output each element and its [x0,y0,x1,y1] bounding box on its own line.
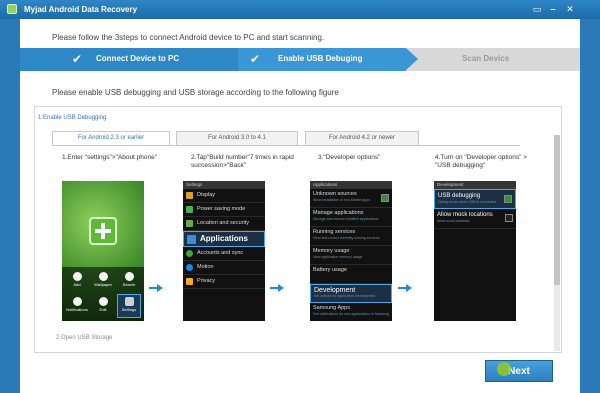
phone-settings-menu: Settings Display Power saving mode Locat… [183,181,265,321]
app-item-running: Running services View and control current… [310,227,392,246]
notifications-icon: Notifications [65,295,89,319]
search-icon: Search [117,270,141,294]
menu-item-location: Location and security [183,217,265,231]
title-bar: Myjad Android Data Recovery ▭ – ✕ [0,0,600,19]
edit-icon: Edit [91,295,115,319]
tab-divider [52,145,520,146]
sub-instruction: Please enable USB debugging and USB stor… [52,88,339,97]
app-item-samsung: Samsung Apps Get notifications for new ap… [310,303,392,321]
wallpaper-icon: Wallpaper [91,270,115,294]
instruction-step-1: 1.Enter "settings">"About phone" [62,154,158,161]
next-button[interactable]: Next [485,360,553,382]
tab-android-3-0[interactable]: For Android 3.0 to 4.1 [176,131,298,145]
phone-applications-menu: Applications Unknown sources Allow instal… [310,181,392,321]
close-button[interactable]: ✕ [564,3,576,15]
scrollbar-thumb[interactable] [554,135,560,285]
main-window: Please follow the 3steps to connect Andr… [20,19,580,393]
phone-home-screen: Add Wallpaper Search Notifications Edit … [62,181,144,321]
mock-locations-item: Allow mock locations Allow mock locations [434,209,516,229]
step-progress-bar: ✔ Connect Device to PC ✔ Enable USB Debu… [20,48,580,71]
app-item-manage: Manage applications Manage and remove ins… [310,208,392,227]
app-item-battery: Battery usage [310,265,392,284]
battery-icon [186,206,193,213]
instruction-step-2: 2.Tap"Build number"7 times in rapid succ… [191,154,294,169]
app-logo-icon [7,4,17,14]
phone-development-menu: Development USB debugging Debug mode when… [434,181,516,321]
home-dock: Add Wallpaper Search Notifications Edit … [62,267,144,321]
step-arrow-icon [398,284,412,292]
grid-icon [187,235,196,244]
settings-gear-icon: Settings [117,294,141,318]
display-icon [186,192,193,199]
menu-item-applications: Applications [183,231,265,247]
menu-item-accounts: Accounts and sync [183,247,265,261]
lock-icon [186,220,193,227]
step-enable-usb: ✔ Enable USB Debuging [238,48,406,71]
sync-icon [186,250,193,257]
cursor-indicator [497,362,511,376]
tab-android-2-3[interactable]: For Android 2.3 or earlier [52,131,170,145]
app-item-unknown-sources: Unknown sources Allow installation of non… [310,189,392,208]
app-item-development: Development Set options for application d… [310,284,392,303]
step-label: Enable USB Debuging [278,54,363,63]
usb-debugging-item: USB debugging Debug mode when USB is conn… [434,189,516,209]
minimize-button[interactable]: – [547,3,559,15]
step-arrow [406,48,418,70]
step-label: Scan Device [462,54,510,63]
section1-title: 1.Enable USB Debugging [38,115,107,121]
step-scan-device: Scan Device [420,48,580,71]
settings-header: Settings [183,181,265,189]
menu-item-display: Display [183,189,265,203]
motion-icon [186,264,193,271]
step-label: Connect Device to PC [96,54,180,63]
checkbox-icon [505,214,513,222]
panel-scrollbar[interactable] [554,135,560,351]
privacy-icon [186,278,193,285]
instruction-step-3: 3."Developer options" [318,154,381,161]
tab-android-4-2[interactable]: For Android 4.2 or newer [305,131,419,145]
instruction-step-4: 4.Turn on "Developer options" > "USB deb… [435,154,527,169]
app-item-memory: Memory usage View application memory usag… [310,246,392,265]
menu-item-power: Power saving mode [183,203,265,217]
step-connect-device: ✔ Connect Device to PC [20,48,238,71]
applications-header: Applications [310,181,392,189]
menu-item-privacy: Privacy [183,275,265,289]
step-arrow-icon [149,284,163,292]
step-arrow-icon [270,284,284,292]
development-header: Development [434,181,516,189]
menu-item-motion: Motion [183,261,265,275]
checkbox-checked-icon [504,195,512,203]
add-icon: Add [65,270,89,294]
restore-button[interactable]: ▭ [531,3,543,15]
check-icon: ✔ [250,52,261,66]
intro-text: Please follow the 3steps to connect Andr… [52,33,325,42]
checkbox-icon [381,194,389,202]
window-title: Myjad Android Data Recovery [24,5,138,14]
section2-title: 2.Open USB Storage [56,335,113,341]
check-icon: ✔ [72,52,83,66]
app-plus-icon [89,217,117,245]
